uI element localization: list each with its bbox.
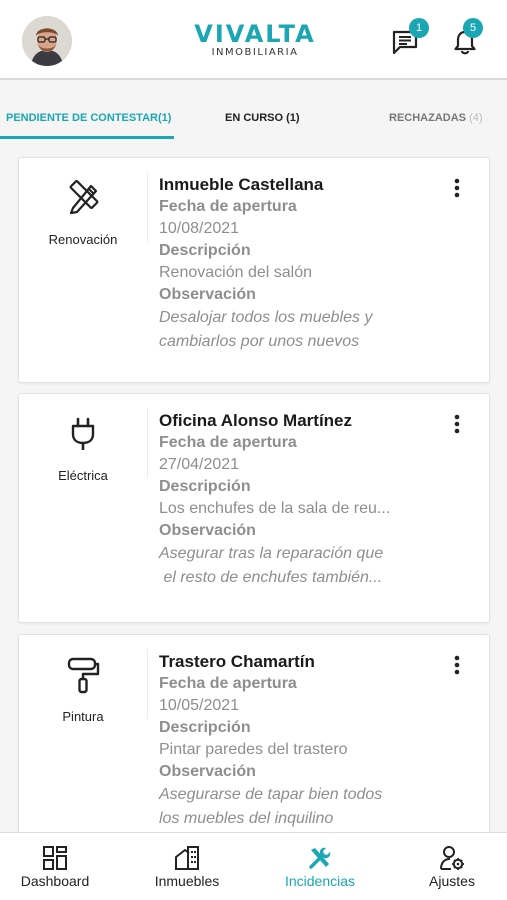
observation-text-line: Asegurar tras la reparación que <box>159 545 384 562</box>
incident-card[interactable]: Pintura Trastero Chamartín Fecha de aper… <box>18 634 490 844</box>
incident-details: Trastero Chamartín Fecha de apertura 10/… <box>159 651 459 831</box>
incident-title: Trastero Chamartín <box>159 652 315 671</box>
incident-type-label: Eléctrica <box>58 468 108 483</box>
nav-incidents[interactable]: Incidencias <box>257 833 383 900</box>
nav-settings-label: Ajustes <box>429 873 475 889</box>
description-text: Pintar paredes del trastero <box>159 741 348 758</box>
status-tabs: PENDIENTE DE CONTESTAR(1) EN CURSO (1) R… <box>0 96 507 140</box>
incident-title: Inmueble Castellana <box>159 175 324 194</box>
nav-properties-label: Inmuebles <box>154 873 220 889</box>
observation-text-line: los muebles del inquilino <box>159 810 334 827</box>
incident-details: Oficina Alonso Martínez Fecha de apertur… <box>159 410 459 590</box>
more-options-button[interactable] <box>447 412 467 436</box>
observation-label: Observación <box>159 763 256 780</box>
tab-rejected-label: RECHAZADAS <box>389 112 466 124</box>
tools-icon <box>309 847 331 869</box>
card-divider <box>147 408 148 478</box>
incident-card[interactable]: Eléctrica Oficina Alonso Martínez Fecha … <box>18 393 490 623</box>
more-vertical-icon <box>454 655 460 675</box>
description-label: Descripción <box>159 719 251 736</box>
nav-settings[interactable]: Ajustes <box>389 833 507 900</box>
more-options-button[interactable] <box>447 176 467 200</box>
brand-logo-title: VIVALTA <box>194 20 316 48</box>
brand-logo: VIVALTA INMOBILIARIA <box>170 22 340 58</box>
observation-label: Observación <box>159 522 256 539</box>
observation-text-line: Desalojar todos los muebles y <box>159 309 373 326</box>
more-options-button[interactable] <box>447 653 467 677</box>
incident-type-label: Pintura <box>62 709 104 724</box>
observation-text-line: Asegurarse de tapar bien todos <box>159 786 383 803</box>
brand-logo-subtitle: INMOBILIARIA <box>211 47 299 58</box>
card-divider <box>147 649 148 719</box>
description-text: Renovación del salón <box>159 264 312 281</box>
dashboard-icon <box>43 846 67 870</box>
opening-date-label: Fecha de apertura <box>159 434 297 451</box>
tab-pending[interactable]: PENDIENTE DE CONTESTAR(1) <box>6 112 171 124</box>
building-icon <box>175 846 199 870</box>
incident-type-label: Renovación <box>48 232 118 247</box>
tab-pending-label: PENDIENTE DE CONTESTAR(1) <box>6 112 172 124</box>
observation-label: Observación <box>159 286 256 303</box>
active-tab-indicator <box>0 136 174 139</box>
paint-roller-icon <box>67 657 100 694</box>
plug-icon <box>71 417 95 450</box>
avatar-image <box>22 16 72 66</box>
user-settings-icon <box>440 846 464 870</box>
nav-dashboard-label: Dashboard <box>20 873 90 889</box>
tools-icon <box>69 180 99 215</box>
bottom-navigation: Dashboard Inmuebles Incidencias Ajustes <box>0 832 507 900</box>
more-vertical-icon <box>454 178 460 198</box>
nav-incidents-label: Incidencias <box>284 873 356 889</box>
incident-details: Inmueble Castellana Fecha de apertura 10… <box>159 174 459 354</box>
tab-rejected[interactable]: RECHAZADAS (4) <box>389 112 483 124</box>
tab-rejected-count: (4) <box>469 112 483 124</box>
opening-date: 10/05/2021 <box>159 697 240 714</box>
opening-date-label: Fecha de apertura <box>159 675 297 692</box>
tab-in-progress-label: EN CURSO (1) <box>225 112 300 124</box>
card-divider <box>147 172 148 242</box>
nav-properties[interactable]: Inmuebles <box>124 833 250 900</box>
app-header: VIVALTA INMOBILIARIA 1 5 <box>0 0 507 80</box>
opening-date: 10/08/2021 <box>159 220 240 237</box>
more-vertical-icon <box>454 414 460 434</box>
nav-dashboard[interactable]: Dashboard <box>0 833 126 900</box>
description-text: Los enchufes de la sala de reu... <box>159 500 391 517</box>
opening-date-label: Fecha de apertura <box>159 198 297 215</box>
incident-card[interactable]: Renovación Inmueble Castellana Fecha de … <box>18 157 490 383</box>
observation-text-line: cambiarlos por unos nuevos <box>159 333 360 350</box>
incident-title: Oficina Alonso Martínez <box>159 411 353 430</box>
observation-text-line: el resto de enchufes también... <box>159 569 383 586</box>
messages-badge: 1 <box>409 18 429 38</box>
tab-in-progress[interactable]: EN CURSO (1) <box>225 112 300 124</box>
notifications-badge: 5 <box>463 18 483 38</box>
description-label: Descripción <box>159 242 251 259</box>
opening-date: 27/04/2021 <box>159 456 240 473</box>
avatar[interactable] <box>22 16 72 66</box>
description-label: Descripción <box>159 478 251 495</box>
